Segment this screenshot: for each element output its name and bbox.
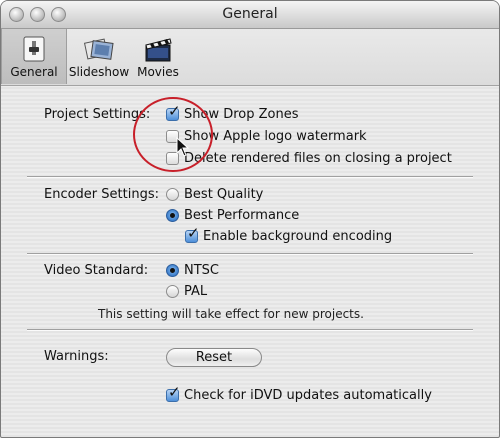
tab-slideshow-label: Slideshow — [68, 65, 130, 79]
slideshow-icon — [83, 38, 114, 60]
reset-warnings-button[interactable]: Reset — [166, 348, 262, 367]
best-performance-radio[interactable] — [166, 209, 179, 222]
encoder-settings-label: Encoder Settings: — [44, 187, 159, 202]
tab-general-label: General — [10, 65, 58, 79]
checkmark-icon: ✓ — [168, 383, 181, 401]
best-quality-radio[interactable] — [166, 188, 179, 201]
tab-movies[interactable]: Movies — [133, 29, 183, 84]
best-quality-label: Best Quality — [184, 187, 264, 202]
video-standard-note: This setting will take effect for new pr… — [98, 307, 364, 321]
enable-background-encoding-checkbox[interactable]: ✓ — [185, 226, 200, 243]
tab-slideshow[interactable]: Slideshow — [67, 29, 131, 84]
preferences-window: General General Slideshow Movies Project… — [0, 0, 500, 438]
movies-clapboard-icon — [145, 38, 172, 62]
warnings-label: Warnings: — [44, 349, 109, 364]
check-idvd-updates-checkbox[interactable]: ✓ — [166, 385, 181, 402]
pal-label: PAL — [184, 284, 208, 299]
tab-general[interactable]: General — [1, 29, 67, 84]
title-bar[interactable]: General — [1, 1, 499, 29]
enable-background-encoding-label: Enable background encoding — [203, 229, 393, 244]
best-performance-label: Best Performance — [184, 208, 300, 223]
general-prefs-icon — [23, 36, 45, 62]
mouse-pointer-icon — [176, 137, 190, 157]
general-pane: Project Settings: ✓ Show Drop Zones Show… — [1, 86, 499, 437]
ntsc-label: NTSC — [184, 263, 219, 278]
preferences-toolbar: General Slideshow Movies — [1, 29, 499, 86]
check-idvd-updates-label: Check for iDVD updates automatically — [184, 388, 432, 403]
project-settings-label: Project Settings: — [44, 107, 151, 122]
section-divider — [27, 176, 473, 178]
section-divider — [27, 329, 473, 331]
window-title: General — [222, 6, 278, 22]
highlight-circle-annotation — [133, 97, 213, 172]
pal-radio[interactable] — [166, 285, 179, 298]
video-standard-label: Video Standard: — [44, 263, 149, 278]
delete-rendered-files-label: Delete rendered files on closing a proje… — [184, 151, 452, 166]
checkmark-icon: ✓ — [187, 224, 200, 242]
ntsc-radio[interactable] — [166, 264, 179, 277]
tab-movies-label: Movies — [137, 65, 179, 79]
section-divider — [27, 253, 473, 255]
